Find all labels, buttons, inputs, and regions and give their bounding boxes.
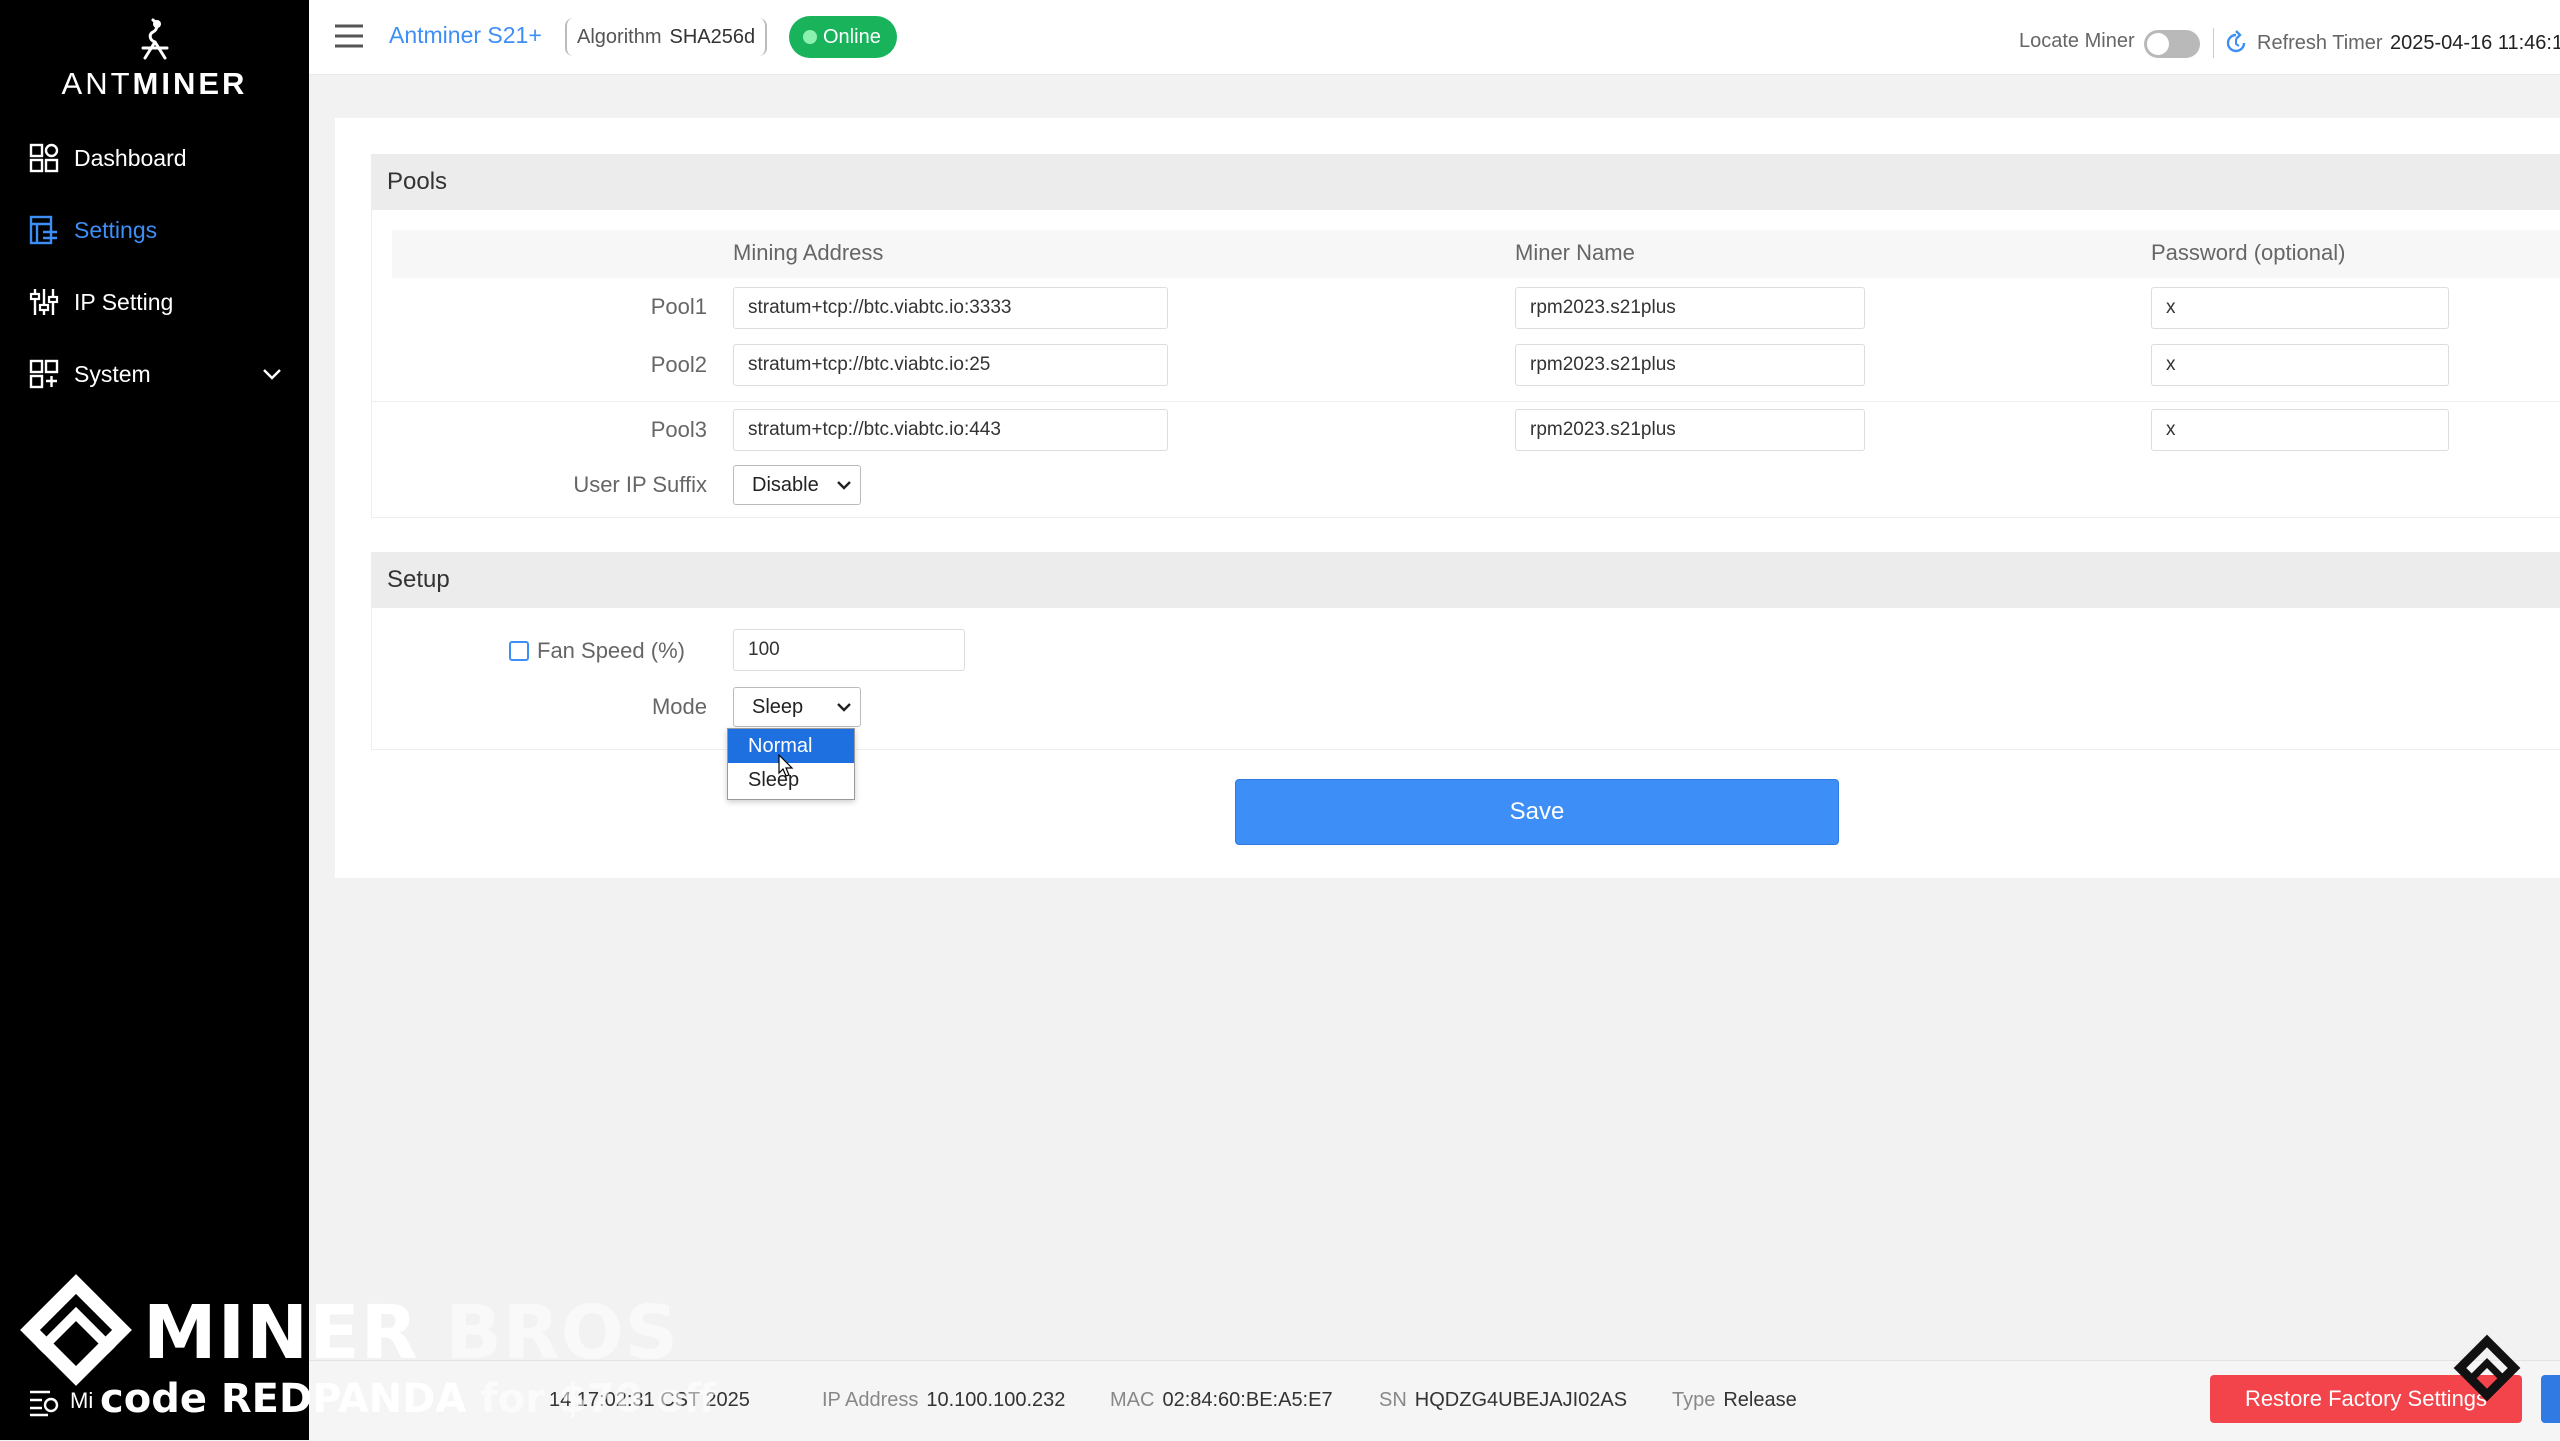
user-ip-suffix-label: User IP Suffix — [573, 472, 707, 497]
user-ip-suffix-select[interactable]: Disable — [733, 465, 861, 505]
algorithm-label: Algorithm — [577, 25, 662, 48]
locate-miner-toggle[interactable] — [2144, 30, 2200, 58]
miner-figure-icon — [141, 18, 168, 60]
pool3-address-input[interactable]: stratum+tcp://btc.viabtc.io:443 — [733, 409, 1168, 451]
pool2-address-input[interactable]: stratum+tcp://btc.viabtc.io:25 — [733, 344, 1168, 386]
fan-speed-checkbox[interactable] — [509, 641, 529, 661]
miner-bros-logo-icon — [20, 1274, 132, 1386]
mode-select-value: Sleep — [752, 695, 804, 718]
pool3-password-input[interactable]: x — [2151, 409, 2449, 451]
footer-sn: SN HQDZG4UBEJAJI02AS — [1379, 1389, 1628, 1411]
user-ip-suffix-value: Disable — [752, 473, 819, 496]
pools-title: Pools — [387, 168, 448, 195]
footer-mac: MAC 02:84:60:BE:A5:E7 — [1110, 1389, 1333, 1411]
sidebar-item-label: Dashboard — [74, 144, 187, 171]
footer-ip: IP Address 10.100.100.232 — [822, 1389, 1066, 1411]
sidebar-item-label: System — [74, 360, 151, 387]
dashboard-icon — [29, 143, 59, 173]
status-dot-icon — [803, 30, 817, 44]
chevron-down-icon[interactable] — [261, 363, 283, 385]
setup-title: Setup — [387, 566, 450, 593]
antminer-wordmark: ANTMINER — [61, 66, 248, 101]
hamburger-menu-icon[interactable] — [333, 22, 365, 50]
pool2-password-input[interactable]: x — [2151, 344, 2449, 386]
top-bar: Antminer S21+ Algorithm SHA256d Online L… — [309, 0, 2560, 75]
sidebar-nav: Dashboard Settings IP Setting System — [0, 122, 309, 410]
pool1-password-input[interactable]: x — [2151, 287, 2449, 329]
miner-model: Antminer S21+ — [389, 22, 542, 48]
chevron-down-icon — [837, 703, 851, 712]
pool3-miner-name-input[interactable]: rpm2023.s21plus — [1515, 409, 1865, 451]
setup-section-header: Setup — [371, 552, 2560, 608]
save-button[interactable]: Save — [1235, 779, 1839, 845]
pools-section-cont: Pool3 stratum+tcp://btc.viabtc.io:443 rp… — [371, 402, 2560, 518]
refresh-timer-value: 2025-04-16 11:46:1 — [2390, 32, 2560, 54]
secondary-button-edge[interactable] — [2541, 1375, 2560, 1423]
pool2-miner-name-input[interactable]: rpm2023.s21plus — [1515, 344, 1865, 386]
settings-panel: Pools Mining Address Miner Name Password… — [335, 118, 2560, 878]
fan-speed-input[interactable]: 100 — [733, 629, 965, 671]
column-password: Password (optional) — [2151, 240, 2346, 265]
algorithm-value: SHA256d — [669, 25, 756, 48]
divider — [2213, 28, 2214, 58]
sidebar-item-system[interactable]: System — [0, 338, 309, 410]
refresh-icon[interactable] — [2223, 30, 2249, 56]
refresh-timer-label: Refresh Timer — [2257, 32, 2383, 54]
sidebar-item-settings[interactable]: Settings — [0, 194, 309, 266]
column-miner-name: Miner Name — [1515, 240, 1635, 265]
status-label: Online — [823, 25, 881, 48]
column-mining-address: Mining Address — [733, 240, 884, 265]
antminer-logo: ANTMINER — [0, 18, 309, 102]
locate-miner-label: Locate Miner — [2019, 30, 2135, 52]
system-icon — [29, 359, 59, 389]
mouse-cursor-icon — [778, 754, 794, 777]
toggle-knob — [2147, 33, 2169, 55]
mode-label: Mode — [651, 694, 707, 719]
pools-section: Mining Address Miner Name Password (opti… — [371, 210, 2560, 402]
chevron-down-icon — [837, 481, 851, 490]
pools-section-header: Pools — [371, 154, 2560, 210]
sidebar-item-label: Settings — [74, 216, 158, 243]
pool1-miner-name-input[interactable]: rpm2023.s21plus — [1515, 287, 1865, 329]
fan-speed-label: Fan Speed (%) — [537, 638, 685, 663]
pool1-label: Pool1 — [650, 294, 707, 319]
list-settings-icon[interactable] — [28, 1386, 60, 1418]
sidebar-item-label: IP Setting — [74, 288, 174, 315]
corner-brand-icon — [2453, 1334, 2521, 1402]
watermark-promo-code: code REDPANDA for $70 off — [100, 1376, 717, 1422]
sidebar: ANTMINER Dashboard Settings IP Setting S… — [0, 0, 309, 1440]
sidebar-item-ip-setting[interactable]: IP Setting — [0, 266, 309, 338]
ip-setting-icon — [29, 289, 59, 315]
pool2-label: Pool2 — [650, 352, 707, 377]
watermark-title: MINER BROS — [143, 1290, 679, 1376]
mode-select[interactable]: Sleep — [733, 687, 861, 727]
settings-icon — [29, 215, 57, 245]
footer-type: Type Release — [1672, 1389, 1797, 1411]
algorithm-badge: Algorithm SHA256d — [565, 18, 768, 56]
sidebar-footer-label: Mi — [70, 1388, 94, 1413]
sidebar-item-dashboard[interactable]: Dashboard — [0, 122, 309, 194]
pool1-address-input[interactable]: stratum+tcp://btc.viabtc.io:3333 — [733, 287, 1168, 329]
setup-section: Fan Speed (%) 100 Mode Sleep — [371, 608, 2560, 750]
status-badge: Online — [789, 16, 897, 58]
pool3-label: Pool3 — [650, 417, 707, 442]
